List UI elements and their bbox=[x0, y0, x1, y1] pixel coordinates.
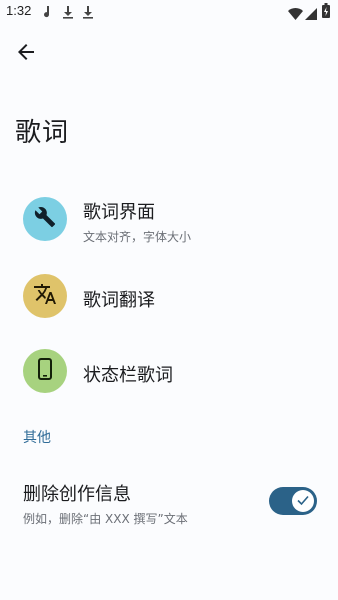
signal-icon bbox=[305, 5, 317, 24]
list-item-lyrics-translation[interactable]: 歌词翻译 bbox=[0, 261, 338, 333]
list-item-statusbar-lyrics[interactable]: 状态栏歌词 bbox=[0, 336, 338, 408]
status-bar: 1:32 bbox=[0, 0, 338, 24]
phone-icon bbox=[35, 358, 55, 384]
download-icon bbox=[82, 4, 94, 23]
music-note-icon bbox=[42, 4, 54, 23]
list-item-icon-circle bbox=[23, 349, 67, 393]
status-time: 1:32 bbox=[6, 3, 32, 18]
toggle-subtitle: 例如，删除“由 XXX 撰写”文本 bbox=[23, 512, 188, 526]
wifi-icon bbox=[288, 5, 303, 24]
list-item-label: 歌词翻译 bbox=[83, 290, 155, 311]
arrow-back-icon bbox=[16, 42, 36, 66]
page-title: 歌词 bbox=[15, 118, 70, 148]
check-icon bbox=[296, 492, 310, 511]
remove-credits-switch[interactable] bbox=[269, 487, 317, 515]
toggle-label: 删除创作信息 bbox=[23, 484, 131, 505]
list-item-icon-circle bbox=[23, 274, 67, 318]
list-item-subtitle: 文本对齐，字体大小 bbox=[83, 230, 192, 244]
switch-thumb bbox=[292, 490, 314, 512]
translate-icon bbox=[33, 282, 57, 310]
download-icon bbox=[62, 4, 74, 23]
list-item-label: 歌词界面 bbox=[83, 202, 155, 223]
list-item-lyrics-ui[interactable]: 歌词界面 文本对齐，字体大小 bbox=[0, 184, 338, 256]
section-header-other: 其他 bbox=[23, 430, 51, 446]
battery-icon bbox=[322, 3, 330, 22]
list-item-icon-circle bbox=[23, 197, 67, 241]
back-button[interactable] bbox=[12, 40, 40, 68]
list-item-label: 状态栏歌词 bbox=[83, 365, 173, 386]
toggle-item-remove-credits[interactable]: 删除创作信息 例如，删除“由 XXX 撰写”文本 bbox=[0, 470, 338, 534]
wrench-icon bbox=[34, 206, 56, 232]
